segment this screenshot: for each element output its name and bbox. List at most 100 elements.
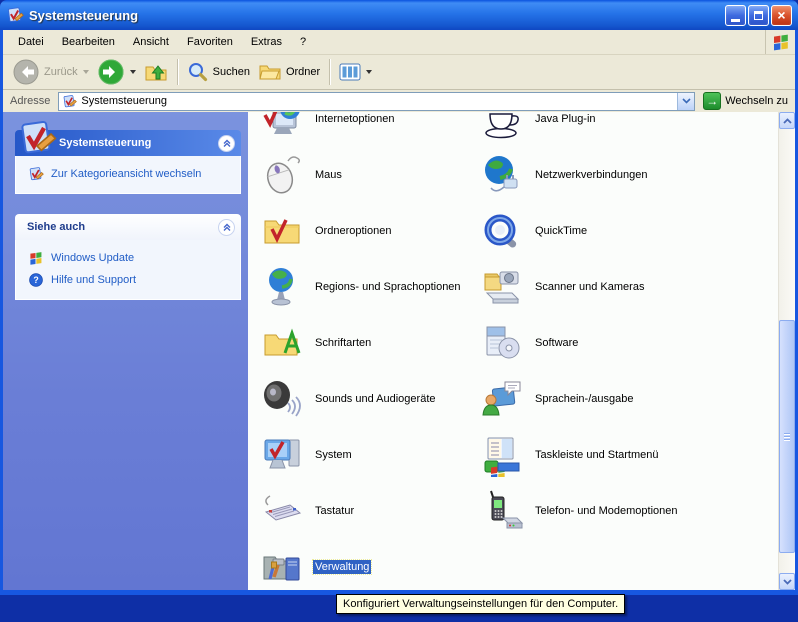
forward-icon	[97, 58, 125, 86]
vertical-scrollbar[interactable]	[778, 112, 795, 590]
control-panel-panel: Systemsteuerung Zur Kategorieansicht wec…	[15, 130, 241, 194]
item-java-plugin[interactable]: Java Plug-in	[480, 112, 598, 141]
scrollbar-track[interactable]	[779, 129, 795, 573]
address-label: Adresse	[5, 95, 55, 107]
folders-label: Ordner	[286, 66, 320, 78]
address-value: Systemsteuerung	[81, 95, 167, 107]
menu-bearbeiten[interactable]: Bearbeiten	[53, 32, 124, 52]
minimize-button[interactable]	[725, 5, 746, 26]
back-label: Zurück	[44, 66, 78, 78]
link-label: Zur Kategorieansicht wechseln	[51, 168, 201, 180]
item-taskleiste-startmenu[interactable]: Taskleiste und Startmenü	[480, 433, 661, 477]
toolbar-separator	[177, 59, 178, 85]
menu-extras[interactable]: Extras	[242, 32, 291, 52]
collapse-chevron-icon[interactable]	[218, 219, 235, 236]
phone-modem-icon	[480, 489, 524, 533]
scanner-camera-icon	[480, 265, 524, 309]
fonts-icon	[260, 321, 304, 365]
quicktime-icon	[480, 209, 524, 253]
item-software[interactable]: Software	[480, 321, 580, 365]
item-telefon-modemoptionen[interactable]: Telefon- und Modemoptionen	[480, 489, 679, 533]
windows-logo-icon	[28, 250, 44, 266]
item-internetoptionen[interactable]: Internetoptionen	[260, 112, 397, 141]
maximize-icon	[754, 11, 763, 20]
menu-favoriten[interactable]: Favoriten	[178, 32, 242, 52]
forward-dropdown-icon[interactable]	[130, 70, 136, 74]
up-button[interactable]	[140, 58, 172, 86]
menu-datei[interactable]: Datei	[9, 32, 53, 52]
panel-header-systemsteuerung[interactable]: Systemsteuerung	[15, 130, 241, 156]
taskbar-startmenu-icon	[480, 433, 524, 477]
go-label: Wechseln zu	[725, 95, 788, 107]
control-panel-icon	[6, 6, 24, 24]
maximize-button[interactable]	[748, 5, 769, 26]
standard-buttons-toolbar: Zurück Suchen	[3, 55, 795, 90]
close-button[interactable]: ×	[771, 5, 792, 26]
item-system[interactable]: System	[260, 433, 354, 477]
help-icon: ?	[28, 272, 44, 288]
control-panel-icon	[17, 118, 57, 158]
panel-header-siehe-auch[interactable]: Siehe auch	[15, 214, 241, 240]
panel-title: Systemsteuerung	[59, 137, 151, 149]
link-label: Hilfe und Support	[51, 274, 136, 286]
search-label: Suchen	[213, 66, 250, 78]
views-button[interactable]	[335, 60, 376, 84]
back-button[interactable]: Zurück	[8, 56, 93, 88]
chevron-down-icon	[682, 98, 691, 104]
network-icon	[480, 153, 524, 197]
up-folder-icon	[144, 60, 168, 84]
scrollbar-grip	[784, 433, 790, 442]
software-icon	[480, 321, 524, 365]
views-dropdown-icon[interactable]	[366, 70, 372, 74]
folders-button[interactable]: Ordner	[254, 59, 324, 85]
folder-options-icon	[260, 209, 304, 253]
window-title: Systemsteuerung	[29, 8, 725, 23]
item-sounds[interactable]: Sounds und Audiogeräte	[260, 377, 438, 421]
go-button[interactable]: → Wechseln zu	[698, 92, 793, 110]
scrollbar-thumb[interactable]	[779, 320, 795, 553]
minimize-icon	[731, 19, 740, 22]
item-scanner-kameras[interactable]: Scanner und Kameras	[480, 265, 646, 309]
item-maus[interactable]: Maus	[260, 153, 344, 197]
chevron-down-icon	[783, 579, 792, 585]
system-icon	[260, 433, 304, 477]
search-button[interactable]: Suchen	[183, 59, 254, 85]
item-schriftarten[interactable]: Schriftarten	[260, 321, 373, 365]
help-support-link[interactable]: ? Hilfe und Support	[28, 269, 234, 291]
internet-options-icon	[260, 112, 304, 141]
windows-update-link[interactable]: Windows Update	[28, 247, 234, 269]
search-icon	[187, 61, 209, 83]
views-icon	[339, 62, 361, 82]
item-quicktime[interactable]: QuickTime	[480, 209, 589, 253]
sounds-audio-icon	[260, 377, 304, 421]
item-tastatur[interactable]: Tastatur	[260, 489, 356, 533]
menu-bar: Datei Bearbeiten Ansicht Favoriten Extra…	[3, 30, 795, 55]
menu-hilfe[interactable]: ?	[291, 32, 315, 52]
scroll-up-button[interactable]	[779, 112, 795, 129]
menu-ansicht[interactable]: Ansicht	[124, 32, 178, 52]
region-language-icon	[260, 265, 304, 309]
keyboard-icon	[260, 489, 304, 533]
address-dropdown-button[interactable]	[677, 93, 694, 110]
control-panel-icon	[62, 94, 77, 109]
admin-tools-icon	[260, 545, 304, 589]
item-sprachein-ausgabe[interactable]: Sprachein-/ausgabe	[480, 377, 635, 421]
switch-to-category-view-link[interactable]: Zur Kategorieansicht wechseln	[28, 163, 234, 185]
windows-logo-icon	[765, 30, 795, 54]
explorer-window: Systemsteuerung × Datei Bearbeiten Ansic…	[0, 0, 798, 595]
folder-icon	[258, 61, 282, 83]
item-ordneroptionen[interactable]: Ordneroptionen	[260, 209, 393, 253]
back-icon	[12, 58, 40, 86]
address-combo[interactable]: Systemsteuerung	[58, 92, 695, 111]
title-bar[interactable]: Systemsteuerung ×	[0, 0, 798, 30]
item-regionsoptionen[interactable]: Regions- und Sprachoptionen	[260, 265, 463, 309]
item-verwaltung[interactable]: Verwaltung	[260, 545, 371, 589]
forward-button[interactable]	[93, 56, 140, 88]
collapse-chevron-icon[interactable]	[218, 135, 235, 152]
scroll-down-button[interactable]	[779, 573, 795, 590]
back-dropdown-icon[interactable]	[83, 70, 89, 74]
tooltip: Konfiguriert Verwaltungseinstellungen fü…	[336, 594, 625, 614]
item-netzwerkverbindungen[interactable]: Netzwerkverbindungen	[480, 153, 650, 197]
toolbar-separator	[329, 59, 330, 85]
panel-title: Siehe auch	[27, 221, 85, 233]
